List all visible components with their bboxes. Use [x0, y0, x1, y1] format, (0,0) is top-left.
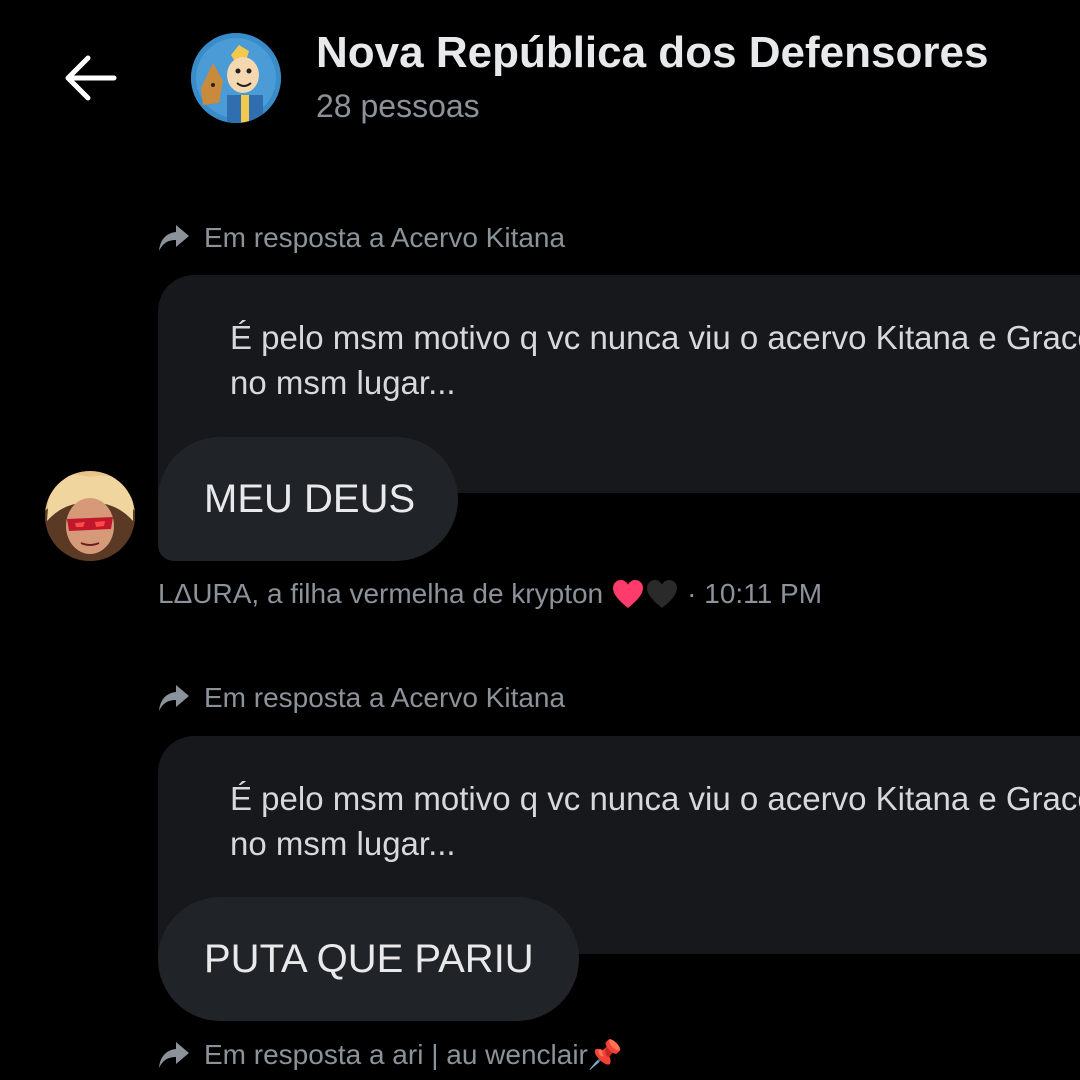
reply-indicator[interactable]: Em resposta a Acervo Kitana: [158, 682, 565, 714]
reply-arrow-icon: [159, 225, 189, 251]
group-avatar[interactable]: [191, 33, 281, 123]
message-text: PUTA QUE PARIU: [204, 936, 534, 981]
quoted-text: É pelo msm motivo q vc nunca viu o acerv…: [230, 319, 1080, 401]
reply-arrow-icon: [159, 1041, 189, 1068]
sender-name[interactable]: LΔURA, a filha vermelha de krypton: [158, 578, 603, 610]
black-heart-icon: [647, 580, 678, 608]
message-time: · 10:11 PM: [687, 578, 823, 609]
quoted-text: É pelo msm motivo q vc nunca viu o acerv…: [230, 780, 1080, 862]
reply-label: Em resposta a Acervo Kitana: [204, 222, 566, 253]
message-meta: LΔURA, a filha vermelha de krypton · 10:…: [158, 578, 822, 610]
reply-arrow-icon: [159, 685, 189, 711]
group-title: Nova República dos Defensores: [316, 28, 989, 77]
sender-avatar[interactable]: [45, 471, 135, 561]
arrow-left-icon: [65, 55, 117, 101]
message-text: MEU DEUS: [204, 476, 416, 521]
reply-label: Em resposta a Acervo Kitana: [204, 682, 566, 713]
message-bubble[interactable]: MEU DEUS: [158, 437, 458, 561]
member-count: 28 pessoas: [316, 88, 480, 124]
reply-label: Em resposta a ari | au wenclair📌: [204, 1039, 623, 1070]
back-button[interactable]: [62, 52, 120, 104]
reply-indicator[interactable]: Em resposta a Acervo Kitana: [158, 222, 565, 254]
pink-heart-icon: [613, 580, 644, 608]
message-bubble[interactable]: PUTA QUE PARIU: [158, 897, 579, 1021]
reply-indicator[interactable]: Em resposta a ari | au wenclair📌: [158, 1038, 623, 1071]
conversation-header: Nova República dos Defensores 28 pessoas: [0, 0, 1080, 160]
